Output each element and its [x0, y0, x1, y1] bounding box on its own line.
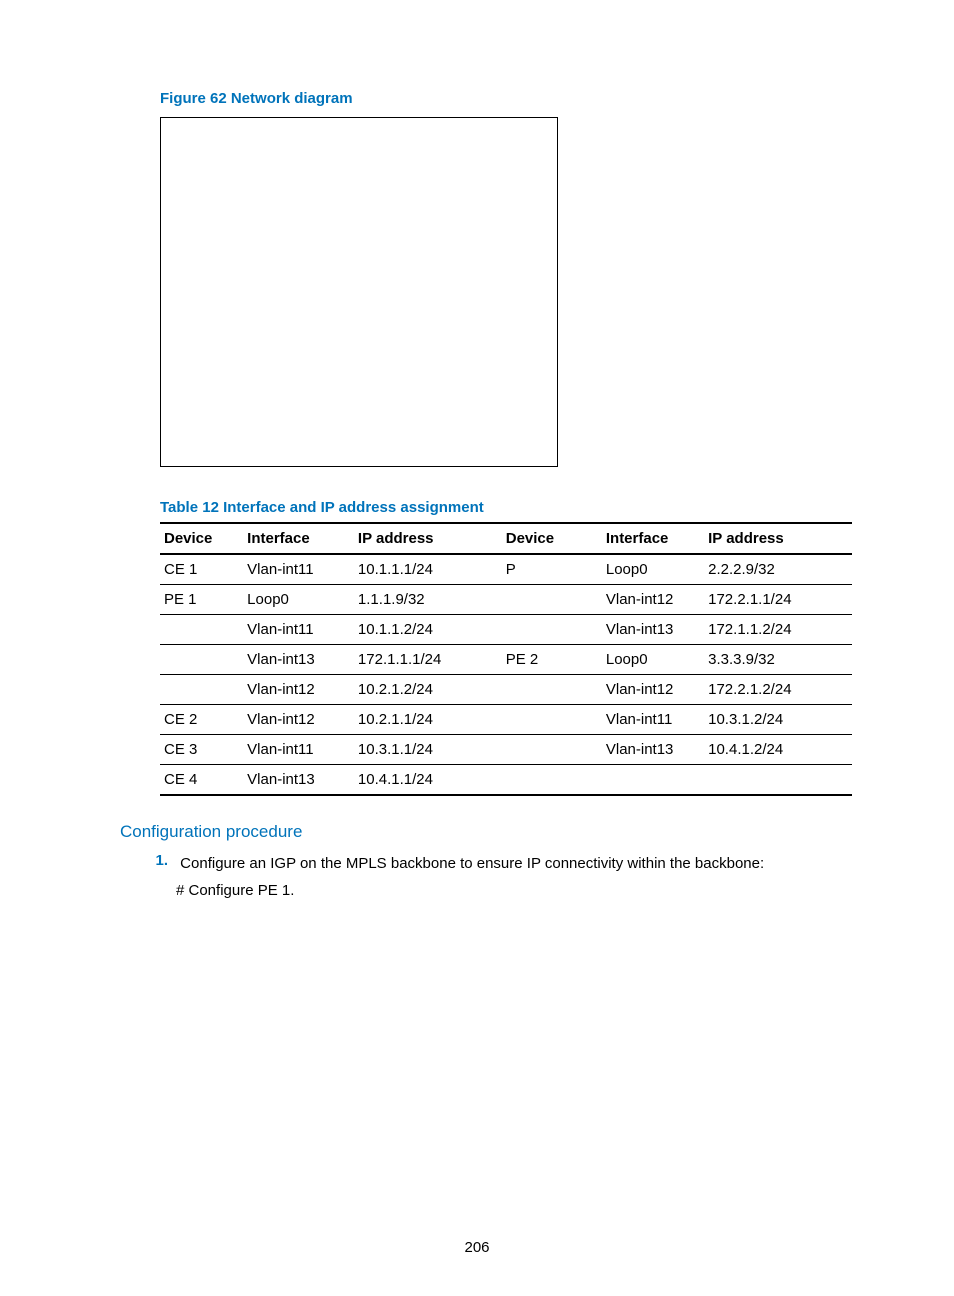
cell: Vlan-int13 [602, 735, 704, 765]
cell: CE 2 [160, 705, 243, 735]
cell: Vlan-int11 [602, 705, 704, 735]
page-number: 206 [0, 1239, 954, 1256]
table-row: CE 1 Vlan-int11 10.1.1.1/24 P Loop0 2.2.… [160, 554, 852, 585]
cell: 10.3.1.1/24 [354, 735, 502, 765]
table-caption: Table 12 Interface and IP address assign… [160, 499, 854, 516]
table-row: CE 2 Vlan-int12 10.2.1.1/24 Vlan-int11 1… [160, 705, 852, 735]
table-row: Vlan-int12 10.2.1.2/24 Vlan-int12 172.2.… [160, 675, 852, 705]
cell: Vlan-int13 [243, 765, 354, 796]
cell: CE 3 [160, 735, 243, 765]
cell: Vlan-int12 [243, 675, 354, 705]
table-row: Vlan-int11 10.1.1.2/24 Vlan-int13 172.1.… [160, 615, 852, 645]
cell: CE 4 [160, 765, 243, 796]
cell [502, 735, 602, 765]
cell [502, 585, 602, 615]
cell: CE 1 [160, 554, 243, 585]
cell [160, 645, 243, 675]
network-diagram-placeholder [160, 117, 558, 467]
step-1: 1. Configure an IGP on the MPLS backbone… [134, 852, 854, 875]
cell: Vlan-int11 [243, 615, 354, 645]
cell: Loop0 [602, 554, 704, 585]
cell: 3.3.3.9/32 [704, 645, 852, 675]
cell: 10.2.1.2/24 [354, 675, 502, 705]
th-interface: Interface [243, 523, 354, 554]
cell: 172.2.1.1/24 [704, 585, 852, 615]
cell [502, 615, 602, 645]
cell [502, 705, 602, 735]
cell: PE 2 [502, 645, 602, 675]
cell: Loop0 [243, 585, 354, 615]
cell: 10.1.1.1/24 [354, 554, 502, 585]
cell [502, 765, 602, 796]
cell [160, 615, 243, 645]
cell: Vlan-int11 [243, 554, 354, 585]
cell: 10.3.1.2/24 [704, 705, 852, 735]
cell [602, 765, 704, 796]
figure-caption: Figure 62 Network diagram [160, 90, 854, 107]
cell: Vlan-int13 [243, 645, 354, 675]
cell: 172.1.1.1/24 [354, 645, 502, 675]
th-device2: Device [502, 523, 602, 554]
section-heading: Configuration procedure [120, 822, 854, 842]
th-ipaddress2: IP address [704, 523, 852, 554]
cell: PE 1 [160, 585, 243, 615]
cell: 10.2.1.1/24 [354, 705, 502, 735]
cell: Vlan-int11 [243, 735, 354, 765]
ip-assignment-table: Device Interface IP address Device Inter… [160, 522, 852, 796]
table-header-row: Device Interface IP address Device Inter… [160, 523, 852, 554]
th-interface2: Interface [602, 523, 704, 554]
cell: 172.1.1.2/24 [704, 615, 852, 645]
table-row: Vlan-int13 172.1.1.1/24 PE 2 Loop0 3.3.3… [160, 645, 852, 675]
cell: 172.2.1.2/24 [704, 675, 852, 705]
cell [502, 675, 602, 705]
table-row: PE 1 Loop0 1.1.1.9/32 Vlan-int12 172.2.1… [160, 585, 852, 615]
cell: Vlan-int12 [602, 585, 704, 615]
cell: Vlan-int12 [602, 675, 704, 705]
cell: P [502, 554, 602, 585]
cell: Loop0 [602, 645, 704, 675]
cell [160, 675, 243, 705]
cell: 10.4.1.1/24 [354, 765, 502, 796]
cell: 1.1.1.9/32 [354, 585, 502, 615]
cell: 2.2.2.9/32 [704, 554, 852, 585]
th-ipaddress: IP address [354, 523, 502, 554]
table-row: CE 3 Vlan-int11 10.3.1.1/24 Vlan-int13 1… [160, 735, 852, 765]
cell [704, 765, 852, 796]
cell: Vlan-int12 [243, 705, 354, 735]
step-text: Configure an IGP on the MPLS backbone to… [180, 852, 764, 875]
cell: 10.1.1.2/24 [354, 615, 502, 645]
step-number: 1. [134, 852, 168, 869]
cell: 10.4.1.2/24 [704, 735, 852, 765]
th-device: Device [160, 523, 243, 554]
step-sub: # Configure PE 1. [176, 879, 854, 902]
cell: Vlan-int13 [602, 615, 704, 645]
table-row: CE 4 Vlan-int13 10.4.1.1/24 [160, 765, 852, 796]
